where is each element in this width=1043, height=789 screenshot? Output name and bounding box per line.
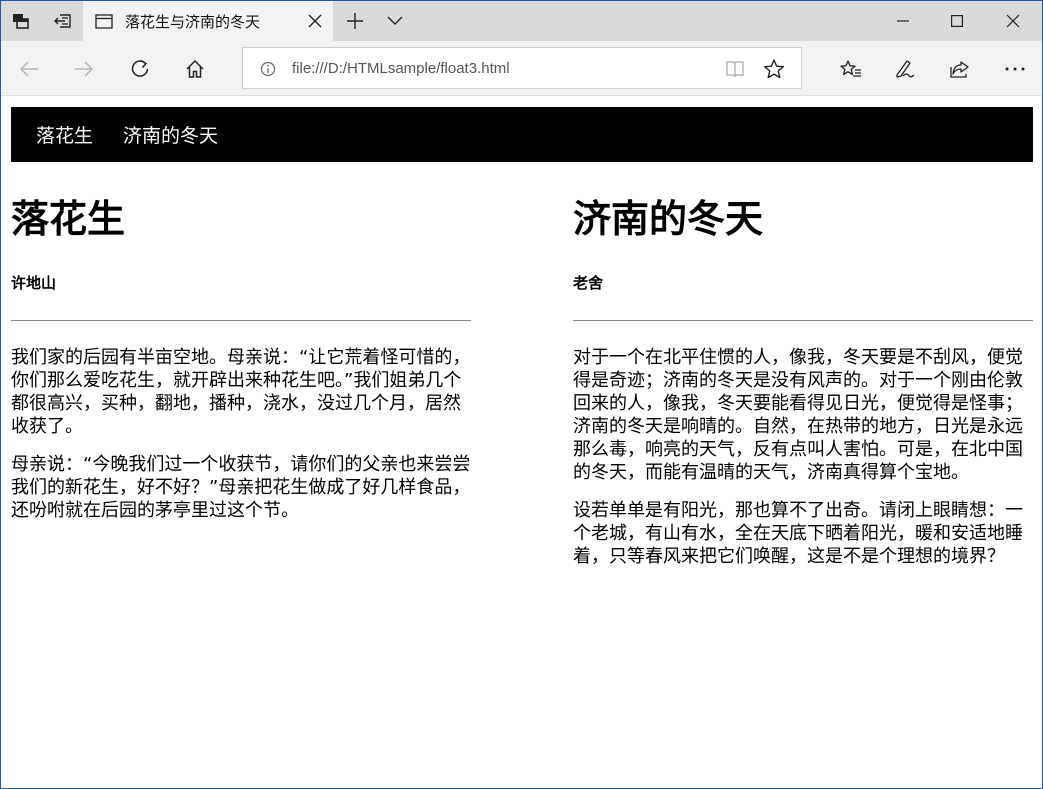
- article-left: 落花生 许地山 我们家的后园有半亩空地。母亲说：“让它荒着怪可惜的，你们那么爱吃…: [11, 197, 471, 522]
- article-paragraph: 对于一个在北平住惯的人，像我，冬天要是不刮风，便觉得是奇迹；济南的冬天是没有风声…: [573, 347, 1023, 483]
- web-note-pen-icon[interactable]: [887, 51, 923, 87]
- browser-window: 落花生与济南的冬天 file:///D:/HTMLsample/float3.h…: [0, 0, 1043, 789]
- address-bar[interactable]: file:///D:/HTMLsample/float3.html: [242, 47, 802, 89]
- minimize-icon[interactable]: [875, 1, 931, 41]
- article-paragraph: 设若单单是有阳光，那也算不了出奇。请闭上眼睛想：一个老城，有山有水，全在天底下晒…: [573, 500, 1023, 567]
- article-paragraph: 我们家的后园有半亩空地。母亲说：“让它荒着怪可惜的，你们那么爱吃花生，就开辟出来…: [11, 347, 471, 437]
- tab-close-icon[interactable]: [307, 13, 323, 29]
- tab-manager-icon[interactable]: [1, 1, 41, 41]
- forward-arrow-icon[interactable]: [66, 51, 102, 87]
- set-aside-tabs-icon[interactable]: [43, 1, 83, 41]
- more-menu-icon[interactable]: [997, 51, 1033, 87]
- page-content: 落花生 济南的冬天 落花生 许地山 我们家的后园有半亩空地。母亲说：“让它荒着怪…: [1, 97, 1042, 788]
- new-tab-icon[interactable]: [335, 1, 375, 41]
- home-icon[interactable]: [177, 51, 213, 87]
- refresh-icon[interactable]: [122, 51, 158, 87]
- window-close-icon[interactable]: [985, 1, 1041, 41]
- maximize-icon[interactable]: [929, 1, 985, 41]
- article-title: 济南的冬天: [573, 197, 764, 241]
- page-icon: [95, 13, 113, 29]
- favorite-star-icon[interactable]: [763, 58, 785, 80]
- article-paragraph: 母亲说：“今晚我们过一个收获节，请你们的父亲也来尝尝我们的新花生，好不好？”母亲…: [11, 454, 471, 521]
- favorites-hub-icon[interactable]: [833, 51, 869, 87]
- article-author: 许地山: [11, 274, 57, 292]
- top-navbar: 落花生 济南的冬天: [11, 107, 1033, 162]
- tab-title: 落花生与济南的冬天: [125, 12, 261, 31]
- info-icon[interactable]: [260, 61, 276, 77]
- divider: [11, 320, 471, 321]
- nav-link-luohuasheng[interactable]: 落花生: [36, 121, 93, 148]
- tab-strip: 落花生与济南的冬天: [1, 1, 1042, 41]
- tab-preview-chevron-down-icon[interactable]: [375, 1, 415, 41]
- article-right: 济南的冬天 老舍 对于一个在北平住惯的人，像我，冬天要是不刮风，便觉得是奇迹；济…: [573, 197, 1033, 568]
- article-author: 老舍: [573, 274, 604, 292]
- back-arrow-icon[interactable]: [11, 51, 47, 87]
- nav-link-jinan-winter[interactable]: 济南的冬天: [123, 121, 218, 148]
- share-icon[interactable]: [942, 51, 978, 87]
- divider: [573, 320, 1033, 321]
- article-title: 落花生: [11, 197, 126, 241]
- reading-view-icon[interactable]: [725, 59, 745, 79]
- browser-toolbar: file:///D:/HTMLsample/float3.html: [1, 41, 1042, 96]
- tab-active[interactable]: 落花生与济南的冬天: [83, 1, 333, 41]
- url-text[interactable]: file:///D:/HTMLsample/float3.html: [292, 60, 510, 77]
